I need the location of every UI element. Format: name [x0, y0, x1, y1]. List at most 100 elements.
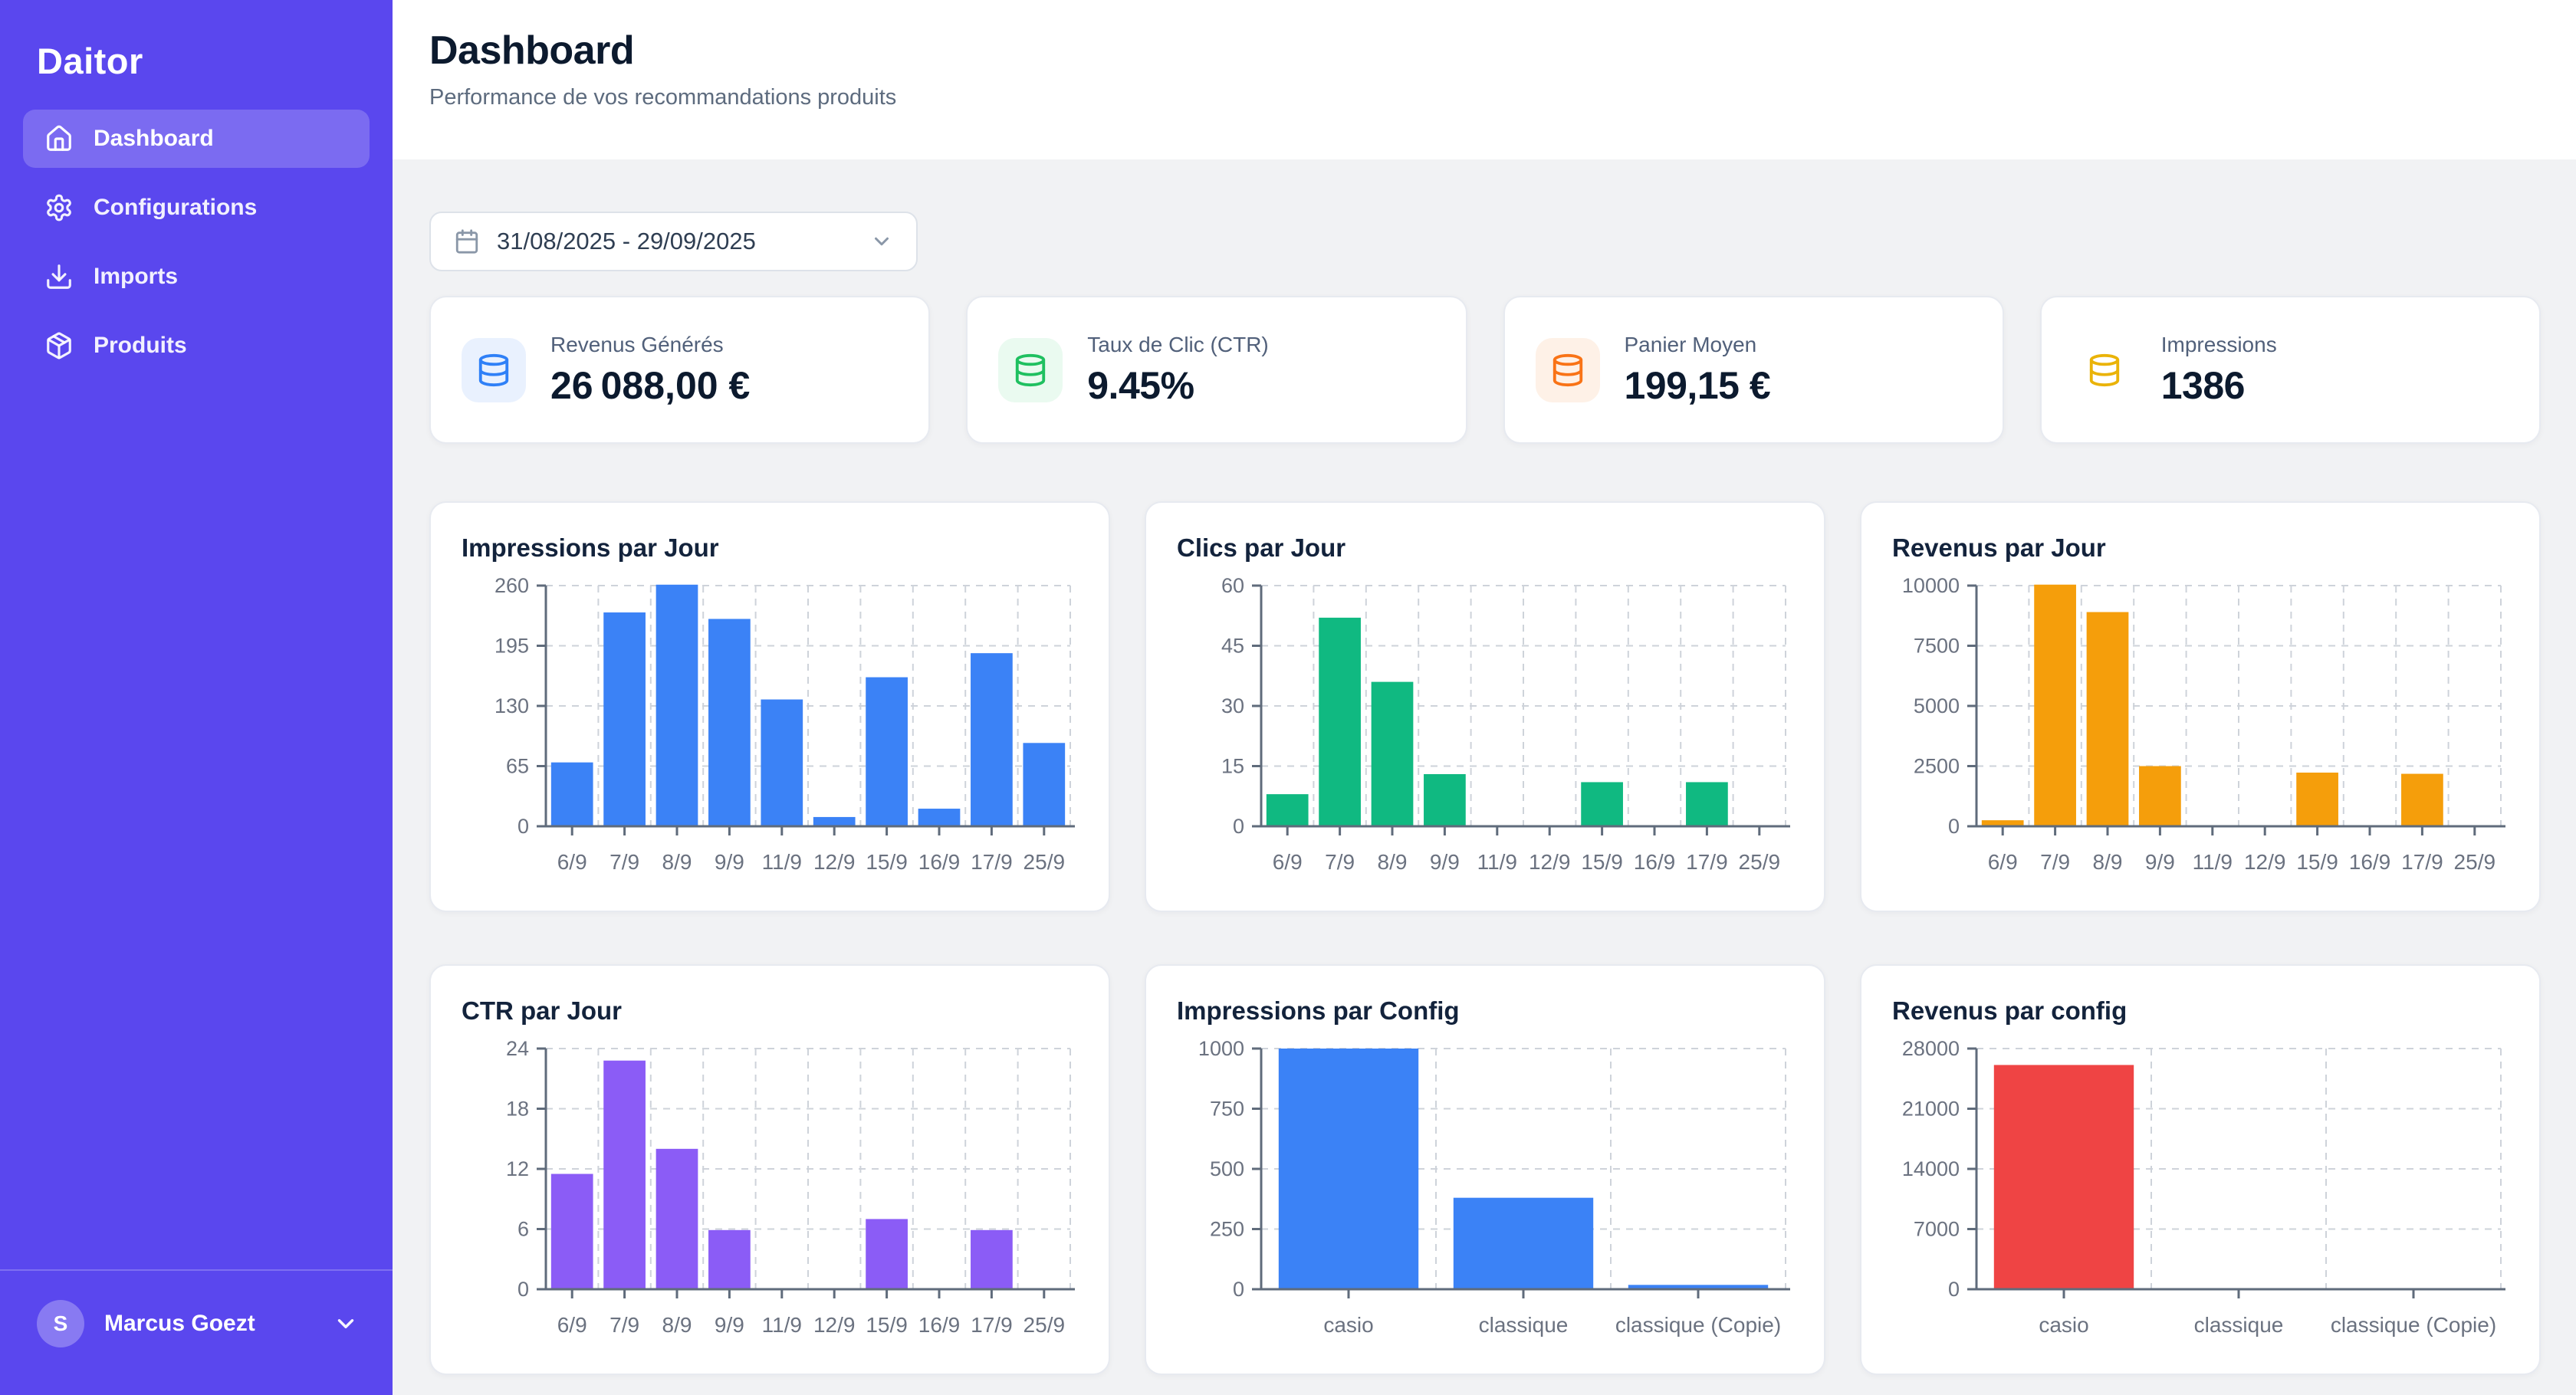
- svg-text:8/9: 8/9: [1378, 850, 1408, 874]
- svg-text:17/9: 17/9: [2401, 850, 2443, 874]
- chart-card-revenus-par-config: Revenus par config 07000140002100028000c…: [1860, 964, 2541, 1375]
- svg-text:1000: 1000: [1198, 1037, 1244, 1060]
- kpi-value: 1386: [2161, 363, 2277, 408]
- svg-text:7500: 7500: [1914, 635, 1960, 658]
- sidebar-item-label: Dashboard: [94, 126, 214, 152]
- kpi-card-panier-moyen: Panier Moyen 199,15 €: [1503, 296, 2004, 444]
- svg-text:16/9: 16/9: [918, 1313, 961, 1337]
- sidebar-item-dashboard[interactable]: Dashboard: [23, 110, 370, 168]
- date-range-picker[interactable]: 31/08/2025 - 29/09/2025: [429, 212, 918, 271]
- svg-text:15/9: 15/9: [866, 1313, 908, 1337]
- kpi-value: 199,15 €: [1625, 363, 1771, 408]
- chart-card-impressions-par-jour: Impressions par Jour 0651301952606/97/98…: [429, 501, 1110, 912]
- svg-text:130: 130: [495, 694, 529, 717]
- svg-text:500: 500: [1210, 1157, 1244, 1180]
- calendar-icon: [454, 228, 480, 254]
- chart-card-impressions-par-config: Impressions par Config 02505007501000cas…: [1145, 964, 1825, 1375]
- sidebar-item-imports[interactable]: Imports: [23, 248, 370, 306]
- sidebar-item-produits[interactable]: Produits: [23, 317, 370, 375]
- kpi-label: Impressions: [2161, 333, 2277, 357]
- svg-text:10000: 10000: [1902, 574, 1960, 597]
- svg-text:750: 750: [1210, 1098, 1244, 1121]
- svg-text:11/9: 11/9: [2193, 850, 2233, 874]
- sidebar-item-label: Imports: [94, 264, 178, 290]
- dashboard-content: 31/08/2025 - 29/09/2025 Revenus Générés …: [393, 159, 2576, 1375]
- svg-text:7/9: 7/9: [2040, 850, 2070, 874]
- kpi-value: 9.45%: [1087, 363, 1268, 408]
- svg-text:7000: 7000: [1914, 1218, 1960, 1241]
- kpi-card-impressions: Impressions 1386: [2040, 296, 2541, 444]
- bar-chart-revenus-par-jour: 0250050007500100006/97/98/99/911/912/915…: [1892, 573, 2509, 883]
- sidebar-footer: S Marcus Goezt: [0, 1269, 393, 1395]
- svg-text:12/9: 12/9: [2244, 850, 2286, 874]
- svg-text:15/9: 15/9: [866, 850, 908, 874]
- svg-text:classique: classique: [2194, 1313, 2284, 1337]
- database-icon: [998, 338, 1063, 402]
- svg-text:0: 0: [1233, 815, 1244, 838]
- svg-text:9/9: 9/9: [2145, 850, 2175, 874]
- svg-text:15/9: 15/9: [2296, 850, 2338, 874]
- svg-text:0: 0: [1233, 1278, 1244, 1301]
- user-menu[interactable]: S Marcus Goezt: [37, 1300, 359, 1347]
- svg-text:24: 24: [506, 1037, 529, 1060]
- kpi-value: 26 088,00 €: [550, 363, 750, 408]
- svg-text:15: 15: [1221, 755, 1244, 778]
- sidebar: Daitor Dashboard Configurations Imports: [0, 0, 393, 1395]
- bar-chart-clics-par-jour: 0153045606/97/98/99/911/912/915/916/917/…: [1177, 573, 1793, 883]
- avatar: S: [37, 1300, 84, 1347]
- svg-text:2500: 2500: [1914, 755, 1960, 778]
- bar-chart-revenus-par-config: 07000140002100028000casioclassiqueclassi…: [1892, 1036, 2509, 1346]
- svg-text:30: 30: [1221, 694, 1244, 717]
- kpi-label: Revenus Générés: [550, 333, 750, 357]
- svg-text:12/9: 12/9: [1529, 850, 1571, 874]
- svg-text:8/9: 8/9: [662, 1313, 692, 1337]
- svg-text:14000: 14000: [1902, 1157, 1960, 1180]
- database-icon: [462, 338, 526, 402]
- kpi-row: Revenus Générés 26 088,00 € Taux de Clic…: [429, 296, 2541, 444]
- svg-text:classique (Copie): classique (Copie): [2331, 1313, 2496, 1337]
- svg-text:250: 250: [1210, 1218, 1244, 1241]
- chart-title: Impressions par Jour: [462, 533, 1078, 563]
- svg-text:11/9: 11/9: [762, 1313, 802, 1337]
- chart-title: Revenus par config: [1892, 996, 2509, 1026]
- sidebar-item-label: Produits: [94, 333, 187, 359]
- svg-text:casio: casio: [2039, 1313, 2088, 1337]
- svg-text:9/9: 9/9: [1430, 850, 1460, 874]
- svg-text:17/9: 17/9: [1686, 850, 1728, 874]
- download-icon: [44, 262, 74, 291]
- svg-text:21000: 21000: [1902, 1098, 1960, 1121]
- svg-text:0: 0: [1948, 1278, 1960, 1301]
- database-icon: [1536, 338, 1600, 402]
- svg-text:60: 60: [1221, 574, 1244, 597]
- sidebar-item-configurations[interactable]: Configurations: [23, 179, 370, 237]
- svg-text:9/9: 9/9: [715, 850, 744, 874]
- svg-text:6/9: 6/9: [1988, 850, 2018, 874]
- svg-text:12/9: 12/9: [813, 850, 856, 874]
- bar-chart-ctr-par-jour: 061218246/97/98/99/911/912/915/916/917/9…: [462, 1036, 1078, 1346]
- svg-text:45: 45: [1221, 635, 1244, 658]
- svg-text:25/9: 25/9: [2454, 850, 2496, 874]
- chevron-down-icon: [870, 230, 893, 253]
- svg-text:17/9: 17/9: [971, 1313, 1013, 1337]
- sidebar-nav: Dashboard Configurations Imports Produit…: [0, 110, 393, 375]
- gear-icon: [44, 193, 74, 222]
- svg-text:0: 0: [518, 815, 529, 838]
- page-subtitle: Performance de vos recommandations produ…: [429, 85, 2576, 110]
- svg-text:12: 12: [506, 1157, 529, 1180]
- svg-text:8/9: 8/9: [2093, 850, 2123, 874]
- svg-text:casio: casio: [1323, 1313, 1373, 1337]
- svg-text:195: 195: [495, 635, 529, 658]
- kpi-card-taux-de-clic: Taux de Clic (CTR) 9.45%: [966, 296, 1467, 444]
- page-header: Dashboard Performance de vos recommandat…: [393, 0, 2576, 159]
- chart-title: Revenus par Jour: [1892, 533, 2509, 563]
- svg-text:6/9: 6/9: [557, 1313, 587, 1337]
- user-name: Marcus Goezt: [104, 1311, 313, 1337]
- svg-text:6/9: 6/9: [557, 850, 587, 874]
- svg-text:16/9: 16/9: [1634, 850, 1676, 874]
- date-range-value: 31/08/2025 - 29/09/2025: [497, 228, 756, 255]
- svg-text:9/9: 9/9: [715, 1313, 744, 1337]
- app-root: Daitor Dashboard Configurations Imports: [0, 0, 2576, 1395]
- svg-text:12/9: 12/9: [813, 1313, 856, 1337]
- svg-text:7/9: 7/9: [610, 1313, 639, 1337]
- svg-text:16/9: 16/9: [2349, 850, 2391, 874]
